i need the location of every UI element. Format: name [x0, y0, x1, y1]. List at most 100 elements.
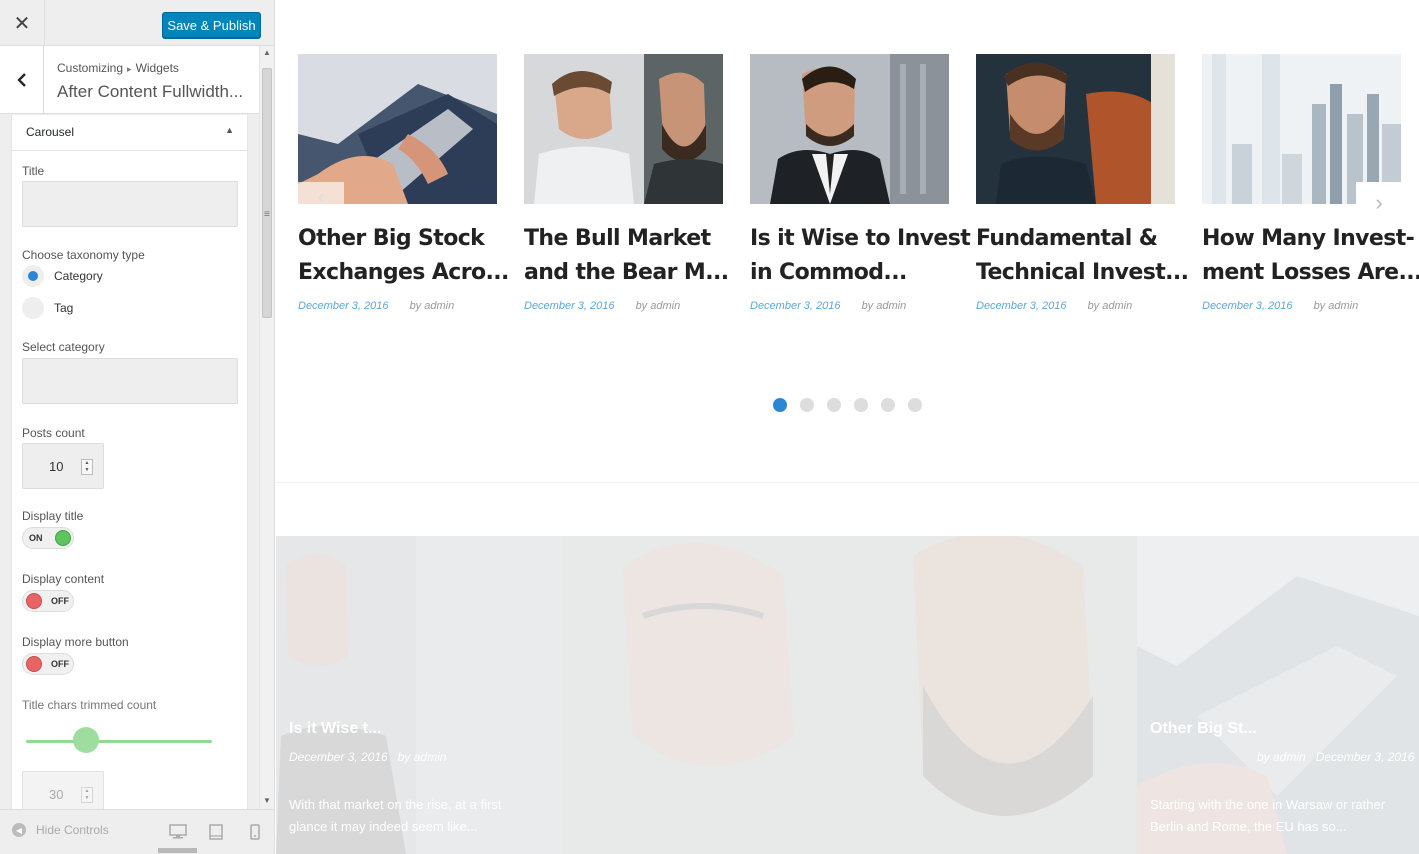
post-title-line: Fundamental &	[976, 226, 1158, 251]
post-author: by admin	[861, 300, 907, 312]
site-preview: Other Big Stock Exchanges Acro... Decemb…	[276, 0, 1419, 854]
post-thumbnail[interactable]	[524, 54, 723, 204]
hide-controls-button[interactable]: ◀ Hide Controls	[12, 823, 109, 837]
image-veil	[563, 536, 1137, 854]
display-title-label: Display title	[22, 509, 84, 523]
post-date[interactable]: December 3, 2016	[1202, 300, 1293, 312]
post-title-line: Technical Invest...	[976, 260, 1189, 285]
excerpt-line: Berlin and Rome, the EU has so...	[1150, 819, 1347, 834]
panel-title: After Content Fullwidth...	[57, 82, 244, 101]
scroll-up-icon[interactable]: ▲	[263, 48, 271, 57]
display-content-toggle[interactable]: OFF	[22, 590, 74, 612]
select-category-input[interactable]	[22, 358, 238, 404]
excerpt-line: With that market on the rise, at a first	[289, 797, 502, 812]
post-title[interactable]: The Bull Market and the Bear M...	[524, 222, 729, 290]
post-date[interactable]: December 3, 2016	[524, 300, 615, 312]
spin-up-icon[interactable]: ▲ ▼	[81, 459, 93, 475]
post-author: by admin	[1087, 300, 1133, 312]
carousel-prev-arrow-icon[interactable]: ‹	[298, 182, 344, 212]
posts-count-stepper[interactable]: 10 ▲ ▼	[22, 443, 104, 489]
posts-count-value: 10	[49, 459, 64, 474]
toggle-state: OFF	[51, 596, 69, 606]
featured-title[interactable]: Is it Wise t...	[289, 720, 381, 738]
post-title[interactable]: How Many Invest- ment Losses Are...	[1202, 222, 1419, 290]
section-divider	[276, 482, 1419, 483]
post-date[interactable]: December 3, 2016	[976, 300, 1067, 312]
toggle-state: ON	[29, 533, 43, 543]
featured-author: by admin	[397, 750, 447, 764]
featured-title[interactable]: Other Big St...	[1150, 720, 1257, 738]
post-title[interactable]: Fundamental & Technical Invest...	[976, 222, 1189, 290]
post-date[interactable]: December 3, 2016	[298, 300, 389, 312]
post-meta: December 3, 2016 by admin	[298, 300, 454, 312]
widget-header[interactable]: Carousel ▲	[12, 115, 247, 151]
carousel-dot[interactable]	[773, 398, 787, 412]
toggle-knob	[26, 656, 42, 672]
tablet-preview-icon[interactable]	[206, 822, 226, 842]
post-title[interactable]: Other Big Stock Exchanges Acro...	[298, 222, 509, 290]
excerpt-line: Starting with the one in Warsaw or rathe…	[1150, 797, 1386, 812]
back-button[interactable]	[0, 46, 44, 114]
carousel-dot[interactable]	[908, 398, 922, 412]
featured-author: by admin	[1257, 750, 1306, 764]
post-title-line: Other Big Stock	[298, 226, 485, 251]
post-thumbnail[interactable]	[750, 54, 949, 204]
caret-up-icon[interactable]: ▲	[225, 125, 234, 135]
trim-count-stepper[interactable]: 30 ▲ ▼	[22, 771, 104, 809]
featured-post-center[interactable]	[563, 536, 1137, 854]
post-title-line: The Bull Market	[524, 226, 711, 251]
post-author: by admin	[409, 300, 455, 312]
radio-category[interactable]	[22, 265, 44, 287]
carousel-next-arrow-icon[interactable]: ›	[1356, 182, 1402, 224]
scrollbar-thumb[interactable]: ≡	[262, 68, 272, 318]
chevron-left-icon	[16, 73, 26, 87]
featured-meta: by admin December 3, 2016	[1257, 750, 1414, 764]
carousel-dot[interactable]	[881, 398, 895, 412]
title-field-label: Title	[22, 164, 45, 178]
post-meta: December 3, 2016 by admin	[524, 300, 680, 312]
breadcrumb-leaf: Widgets	[135, 61, 179, 75]
close-customizer-button[interactable]: ✕	[0, 0, 45, 46]
toggle-knob	[26, 593, 42, 609]
carousel-widget-form: Carousel ▲ Title Choose taxonomy type Ca…	[11, 115, 248, 809]
select-category-label: Select category	[22, 340, 105, 354]
post-author: by admin	[635, 300, 681, 312]
trim-slider-handle[interactable]	[72, 727, 99, 753]
featured-post-right[interactable]: Other Big St... by admin December 3, 201…	[1137, 536, 1419, 854]
excerpt-line: glance it may indeed seem like...	[289, 819, 478, 834]
display-title-toggle[interactable]: ON	[22, 527, 74, 549]
breadcrumb-separator-icon: ▸	[127, 64, 132, 74]
save-publish-button[interactable]: Save & Publish	[162, 12, 261, 38]
featured-excerpt: With that market on the rise, at a first…	[289, 794, 549, 838]
carousel-dot[interactable]	[800, 398, 814, 412]
post-title-line: Exchanges Acro...	[298, 260, 509, 285]
mobile-preview-icon[interactable]	[245, 822, 265, 842]
featured-post-left[interactable]: Is it Wise t... December 3, 2016 by admi…	[276, 536, 563, 854]
display-more-label: Display more button	[22, 635, 129, 649]
widget-name: Carousel	[26, 125, 75, 139]
post-thumbnail[interactable]	[976, 54, 1175, 204]
spin-icon[interactable]: ▲ ▼	[81, 787, 93, 803]
scroll-down-icon[interactable]: ▼	[263, 796, 271, 805]
sidebar-scrollbar[interactable]: ▲ ≡ ▼	[259, 46, 274, 809]
post-title-line: ment Losses Are...	[1202, 260, 1419, 285]
desktop-preview-icon[interactable]	[168, 822, 188, 842]
panel-title-bar: Customizing ▸ Widgets After Content Fullwi…	[0, 46, 259, 114]
title-input[interactable]	[22, 181, 238, 227]
breadcrumb-root: Customizing	[57, 61, 124, 75]
post-meta: December 3, 2016 by admin	[976, 300, 1132, 312]
taxonomy-type-label: Choose taxonomy type	[22, 248, 145, 262]
collapse-icon: ◀	[12, 823, 26, 837]
display-more-toggle[interactable]: OFF	[22, 653, 74, 675]
display-content-label: Display content	[22, 572, 105, 586]
carousel-dot[interactable]	[854, 398, 868, 412]
post-meta: December 3, 2016 by admin	[1202, 300, 1358, 312]
active-device-indicator	[158, 848, 197, 853]
post-date[interactable]: December 3, 2016	[750, 300, 841, 312]
grip-icon: ≡	[264, 209, 270, 220]
radio-tag[interactable]	[22, 297, 44, 319]
carousel-dot[interactable]	[827, 398, 841, 412]
trim-slider-track[interactable]	[26, 740, 212, 743]
customizer-header: ✕ Save & Publish	[0, 0, 274, 46]
post-title[interactable]: Is it Wise to Invest in Commod...	[750, 222, 971, 290]
